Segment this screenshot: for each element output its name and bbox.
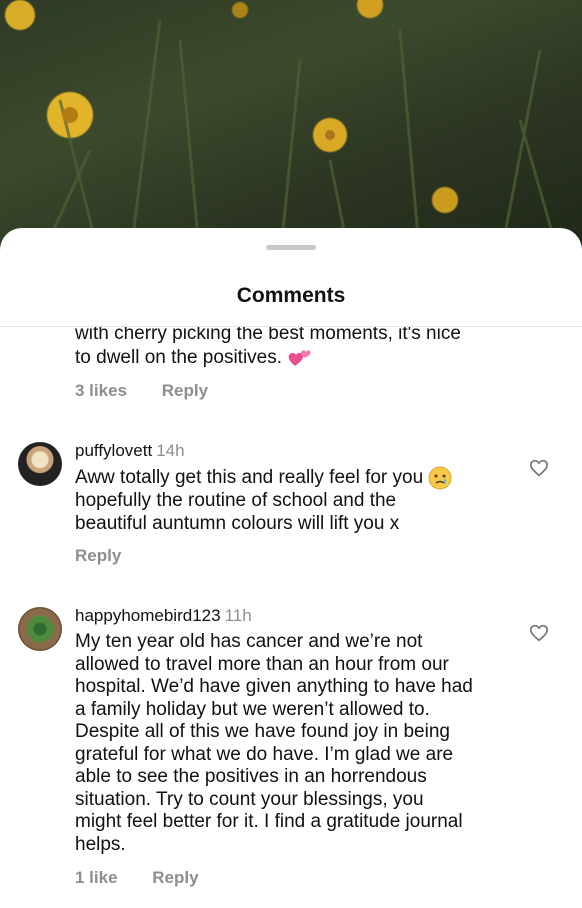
likes-count[interactable]: 1 like (75, 868, 118, 888)
comment-line: to dwell on the positives. (75, 346, 515, 370)
reply-button[interactable]: Reply (152, 868, 198, 888)
comments-list[interactable]: with cherry picking the best moments, it… (0, 327, 582, 908)
comment-text: My ten year old has cancer and we’re not… (75, 631, 515, 856)
comment-line: beautiful auntumn colours will lift you … (75, 512, 400, 534)
comment-line: My ten year old has cancer and we’re not (75, 631, 423, 652)
likes-count[interactable]: 3 likes (75, 381, 127, 401)
comment-line: a family holiday but we weren’t allowed … (75, 698, 430, 720)
avatar[interactable] (18, 607, 62, 651)
heart-emoji (288, 349, 312, 366)
comment-line: able to see the positives in an horrendo… (75, 766, 427, 787)
comment-line: might feel better for it. I find a grati… (75, 811, 463, 832)
comment-line: Despite all of this we have found joy in… (75, 721, 450, 742)
avatar[interactable] (18, 442, 62, 486)
grass-pattern (38, 19, 562, 260)
username[interactable]: happyhomebird123 (75, 606, 221, 625)
comment-header: happyhomebird123 11h (75, 606, 252, 626)
comment-meta: 3 likes Reply (75, 381, 208, 401)
comment-header: puffylovett 14h (75, 441, 185, 461)
reply-button[interactable]: Reply (162, 381, 208, 401)
comment-line: hopefully the routine of school and the (75, 490, 397, 511)
comment-text: Aww totally get this and really feel for… (75, 466, 515, 535)
comment-line: with cherry picking the best moments, it… (75, 327, 461, 344)
heart-outline-icon[interactable] (529, 624, 549, 642)
timestamp: 14h (156, 441, 185, 460)
sheet-title: Comments (236, 284, 346, 307)
crying-face-emoji (428, 466, 452, 490)
username[interactable]: puffylovett (75, 441, 152, 460)
comment-line: allowed to travel more than an hour from… (75, 653, 449, 675)
timestamp: 11h (224, 606, 252, 625)
comment-meta: Reply (75, 546, 121, 566)
comment-meta: 1 like Reply (75, 868, 199, 888)
heart-outline-icon[interactable] (529, 459, 549, 477)
comment-line: Aww totally get this and really feel for… (75, 466, 515, 490)
comment-text: with cherry picking the best moments, it… (75, 327, 515, 370)
comment-line: hospital. We’d have given anything to ha… (75, 676, 473, 697)
comment-line: grateful for what we do have. I’m glad w… (75, 743, 454, 765)
background-photo (0, 0, 582, 260)
comment-line: helps. (75, 833, 126, 855)
comments-sheet: Comments with cherry picking the best mo… (0, 228, 582, 908)
drag-handle[interactable] (266, 245, 316, 250)
reply-button[interactable]: Reply (75, 546, 121, 566)
comment-line: situation. Try to count your blessings, … (75, 788, 424, 810)
